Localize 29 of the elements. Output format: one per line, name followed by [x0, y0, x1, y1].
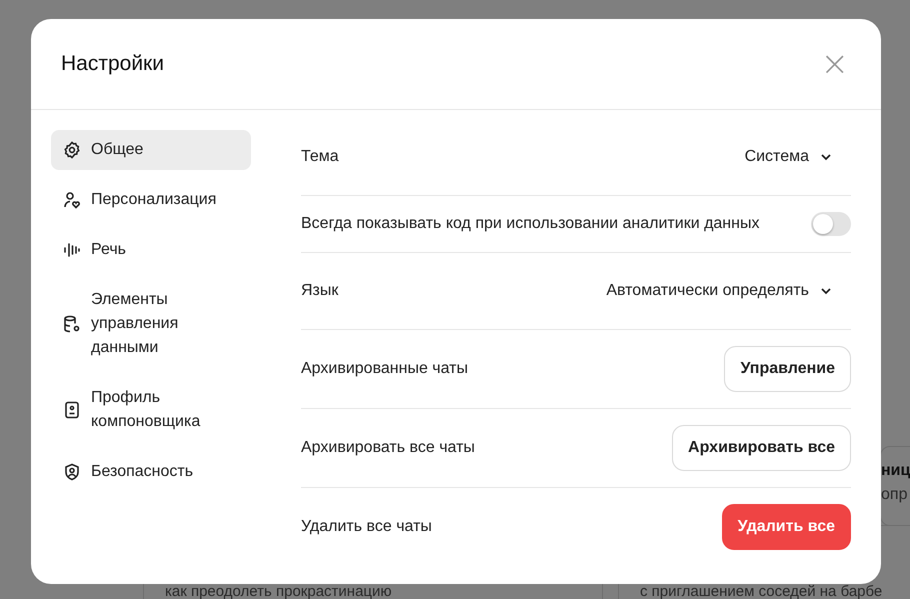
sidebar-item[interactable]: Элементы управления данными [51, 280, 251, 368]
sidebar-item[interactable]: Общее [51, 130, 251, 170]
dialog-title: Настройки [61, 52, 164, 76]
setting-label: Архивировать все чаты [301, 439, 475, 457]
shield-person-icon [63, 463, 81, 481]
person-heart-icon [63, 191, 81, 209]
setting-label: Удалить все чаты [301, 518, 432, 536]
id-badge-icon [63, 401, 81, 419]
toggle-switch[interactable] [811, 212, 851, 236]
database-gear-icon [63, 315, 81, 333]
action-button[interactable]: Архивировать все [672, 425, 851, 471]
sidebar-item[interactable]: Персонализация [51, 180, 251, 220]
dropdown-button[interactable]: Автоматически определять [594, 269, 851, 313]
dropdown-button[interactable]: Система [732, 135, 851, 179]
setting-label: Всегда показывать код при использовании аналитики данных [301, 215, 760, 233]
sidebar-item[interactable]: Безопасность [51, 452, 251, 492]
card-text: как преодолеть прокрастинацию [165, 583, 393, 599]
gear-icon [63, 141, 81, 159]
sidebar-item[interactable]: Речь [51, 230, 251, 270]
waveform-icon [63, 241, 81, 259]
action-button[interactable]: Управление [724, 346, 851, 392]
setting-label: Тема [301, 148, 339, 166]
card-text: с приглашением соседей на барбе [640, 583, 884, 599]
delete-button[interactable]: Удалить все [722, 504, 851, 550]
sidebar-item[interactable]: Профиль компоновщика [51, 378, 251, 442]
setting-label: Язык [301, 282, 338, 300]
card-title: ниц [881, 462, 910, 480]
setting-label: Архивированные чаты [301, 360, 468, 378]
card-text: опр [881, 486, 908, 504]
